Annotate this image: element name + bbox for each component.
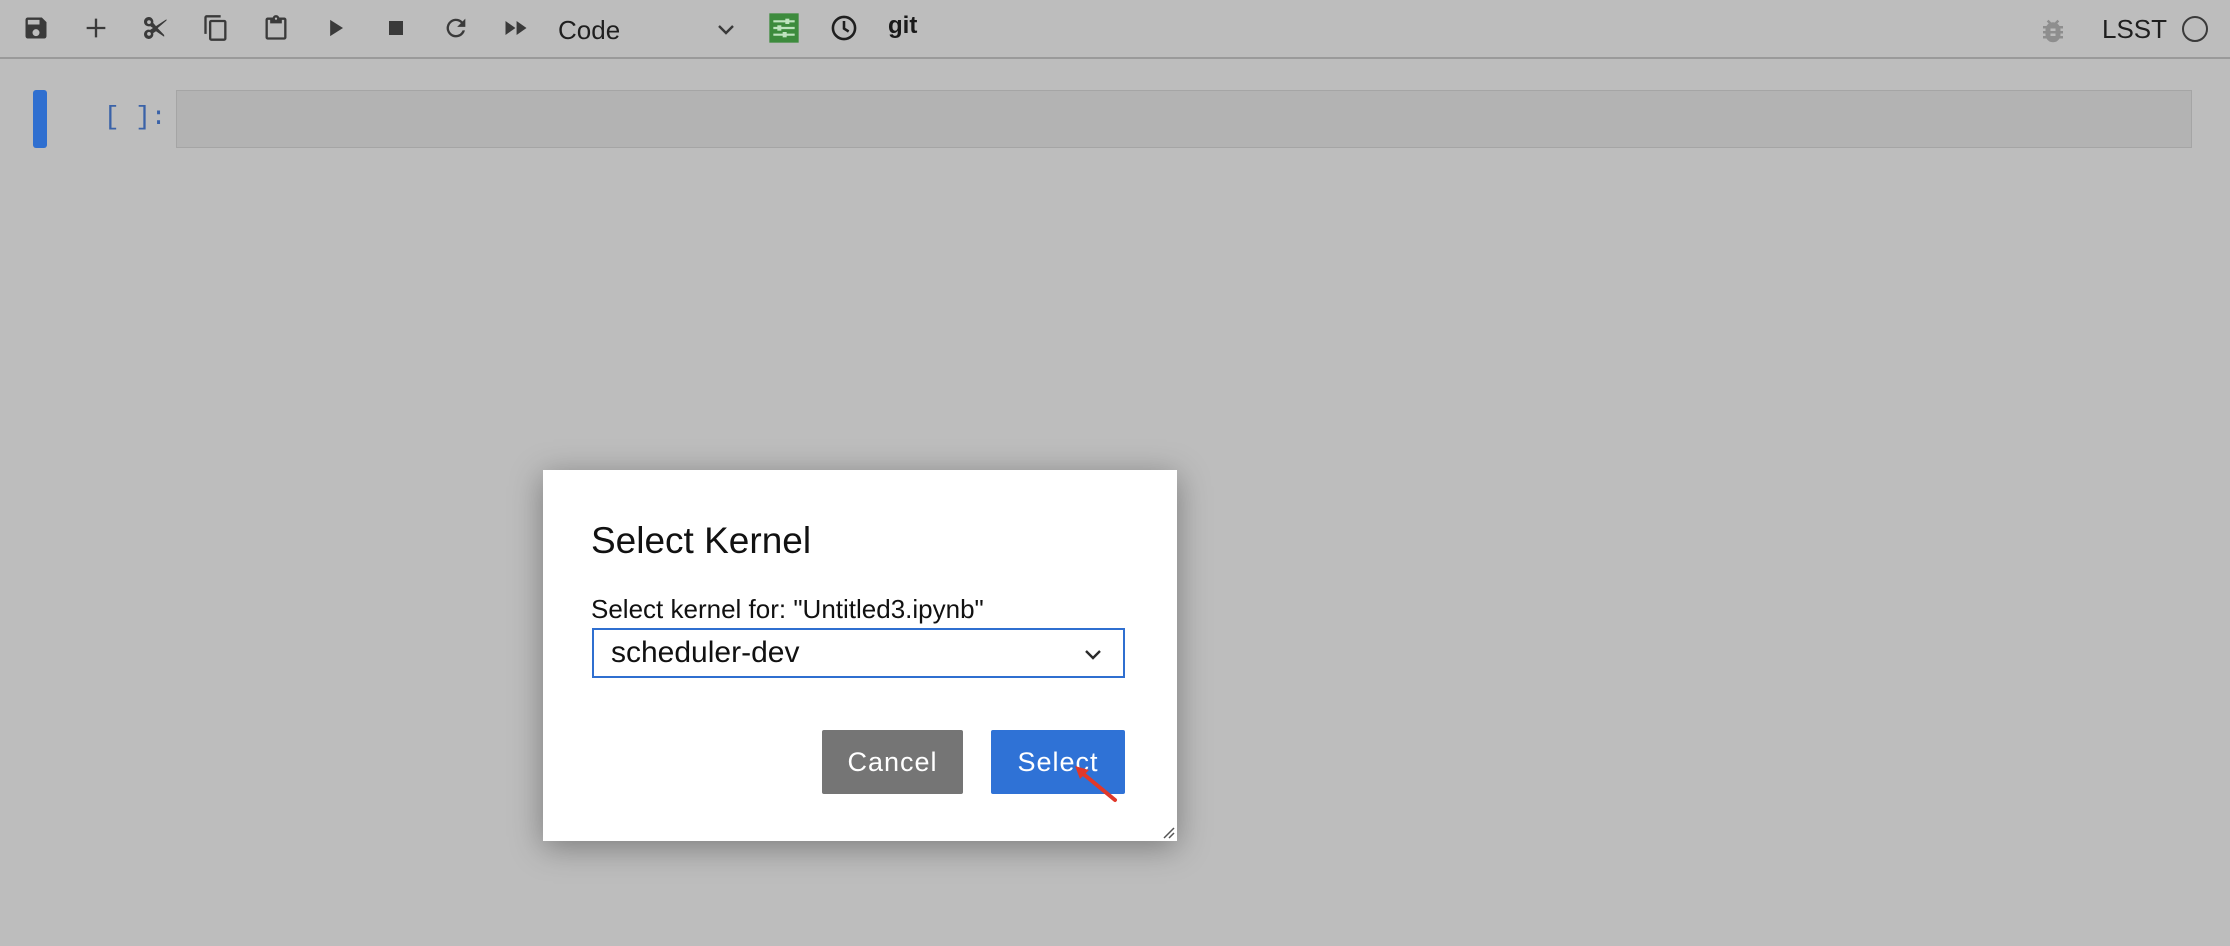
copy-icon (202, 14, 230, 47)
pointer-arrow-icon (1075, 766, 1117, 802)
git-button[interactable]: git (888, 12, 917, 40)
run-cell-button[interactable] (316, 10, 356, 50)
cell-collapser[interactable] (33, 90, 47, 148)
clock-icon (830, 14, 858, 47)
property-inspector-button[interactable] (764, 10, 804, 50)
cell-type-label: Code (558, 14, 621, 45)
chevron-down-icon (714, 18, 738, 47)
notebook-toolbar: Code git LSST (0, 0, 2230, 59)
fast-forward-icon (502, 14, 530, 47)
scissors-icon (142, 14, 170, 47)
chevron-down-icon (1081, 643, 1105, 672)
dialog-title: Select Kernel (591, 520, 812, 561)
restart-run-all-button[interactable] (496, 10, 536, 50)
cancel-button[interactable]: Cancel (822, 730, 963, 794)
property-inspector-icon (768, 12, 800, 49)
history-button[interactable] (824, 10, 864, 50)
kernel-name-button[interactable]: LSST (2102, 14, 2167, 45)
save-icon (22, 14, 50, 47)
save-button[interactable] (16, 10, 56, 50)
cell-type-dropdown[interactable]: Code (558, 8, 738, 52)
restart-icon (442, 14, 470, 47)
cut-button[interactable] (136, 10, 176, 50)
interrupt-kernel-button[interactable] (376, 10, 416, 50)
kernel-status-icon (2182, 16, 2208, 42)
dialog-message: Select kernel for: "Untitled3.ipynb" (591, 594, 984, 624)
code-cell-editor[interactable] (176, 90, 2192, 148)
kernel-select-dropdown[interactable]: scheduler-dev (592, 628, 1125, 678)
plus-icon (82, 14, 110, 47)
kernel-select-value: scheduler-dev (611, 636, 800, 669)
restart-kernel-button[interactable] (436, 10, 476, 50)
resize-handle-icon[interactable] (1161, 825, 1175, 839)
paste-icon (262, 14, 290, 47)
stop-icon (382, 14, 410, 47)
insert-cell-button[interactable] (76, 10, 116, 50)
select-kernel-dialog: Select Kernel Select kernel for: "Untitl… (543, 470, 1177, 841)
copy-button[interactable] (196, 10, 236, 50)
paste-button[interactable] (256, 10, 296, 50)
cell-prompt: [ ]: (104, 102, 167, 132)
bug-icon[interactable] (2038, 16, 2068, 46)
run-icon (322, 14, 350, 47)
